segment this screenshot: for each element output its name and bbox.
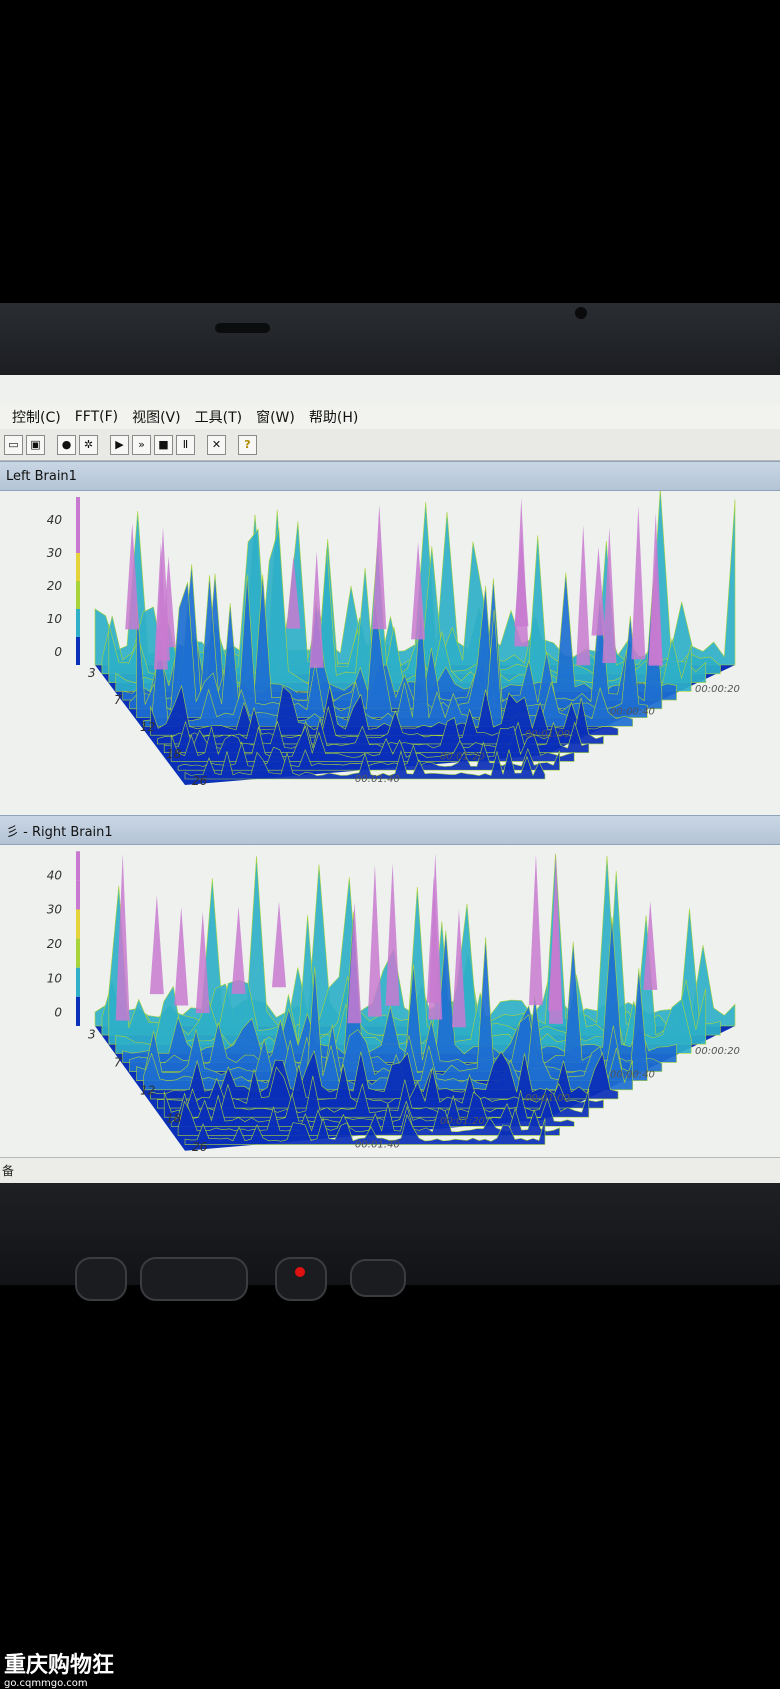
z-tick-label: 20 (47, 579, 63, 593)
play-icon[interactable]: ▶ (110, 434, 129, 455)
pane-title-left-text: Left Brain1 (6, 468, 77, 484)
keyboard-area (0, 1257, 780, 1385)
volume-keys[interactable] (140, 1257, 248, 1301)
settings-icon[interactable]: ✲ (79, 434, 98, 455)
mic-mute-key[interactable] (275, 1257, 327, 1301)
time-tick-label: 00:00:20 (695, 1046, 740, 1057)
spectrum-peak (528, 854, 543, 1006)
spectrum-peak (309, 551, 324, 668)
colorbar-segment (76, 996, 80, 1026)
freq-tick-label: 26 (192, 1140, 208, 1154)
monitor-bezel-top (0, 303, 780, 375)
close-icon[interactable]: ✕ (207, 434, 226, 455)
webcam (575, 307, 587, 319)
freq-tick-label: 3 (88, 1027, 96, 1041)
menu-fft[interactable]: FFT(F) (75, 409, 118, 425)
toolbar: ▭ ▣ ● ✲ ▶ » ■ Ⅱ ✕ ? (0, 429, 780, 461)
z-tick-label: 40 (47, 868, 63, 882)
menu-view[interactable]: 视图(V) (132, 407, 181, 427)
z-tick-label: 40 (47, 513, 63, 527)
freq-tick-label: 12 (140, 720, 155, 734)
colorbar-segment (76, 497, 80, 525)
spectrum-peak (631, 505, 646, 660)
freq-tick-label: 3 (88, 666, 96, 680)
spectrum-plot-right[interactable]: 40 30 20 10 0 3 7 12 18 26 00:01:40 00:01:20 00:01:0… (0, 845, 780, 1157)
power-button[interactable] (350, 1259, 406, 1297)
freq-tick-label: 7 (114, 1056, 122, 1070)
time-tick-label: 00:01:40 (355, 774, 400, 785)
mic-led (295, 1267, 305, 1277)
freq-tick-label: 12 (140, 1084, 155, 1098)
spectrum-peak (271, 901, 286, 988)
time-tick-label: 00:01:20 (440, 752, 485, 763)
time-tick-label: 00:00:40 (610, 1069, 655, 1080)
spectrum-peak (367, 864, 382, 1017)
watermark-url: go.cqmmgo.com (4, 1678, 88, 1689)
record-icon[interactable]: ● (57, 434, 76, 455)
bezel-slot (215, 323, 270, 333)
colorbar-segment (76, 553, 80, 581)
menu-help[interactable]: 帮助(H) (309, 407, 358, 427)
time-tick-label: 00:01:00 (525, 1093, 570, 1104)
open-icon[interactable]: ▭ (4, 434, 23, 455)
time-tick-label: 00:01:00 (525, 729, 570, 740)
spectrum-peak (385, 863, 400, 1006)
freq-tick-label: 7 (114, 693, 122, 707)
z-tick-label: 20 (47, 937, 63, 951)
spectrum-surface-left: 40 30 20 10 0 3 7 12 18 26 00:01:40 00:01:20 00:01:0… (47, 491, 740, 788)
stop-icon[interactable]: ■ (154, 434, 173, 455)
save-icon[interactable]: ▣ (26, 434, 45, 455)
colorbar-segment (76, 637, 80, 665)
pane-title-right: 彡 - Right Brain1 (0, 815, 780, 845)
spectrum-surface-right: 40 30 20 10 0 3 7 12 18 26 00:01:40 00:01:20 00:01:0… (47, 851, 740, 1154)
freq-tick-label: 18 (166, 1112, 182, 1126)
spectrum-peak (372, 504, 387, 630)
colorbar-segment (76, 609, 80, 637)
fast-forward-icon[interactable]: » (132, 434, 151, 455)
menu-tools[interactable]: 工具(T) (195, 407, 242, 427)
spectrum-peak (174, 906, 189, 1006)
time-tick-label: 00:00:40 (610, 707, 655, 718)
colorbar-segment (76, 909, 80, 939)
watermark-name: 重庆购物狂 (4, 1653, 115, 1678)
freq-tick-label: 18 (166, 747, 182, 761)
spectrum-peak (231, 906, 246, 994)
time-tick-label: 00:00:20 (695, 684, 740, 695)
menu-control[interactable]: 控制(C) (12, 407, 61, 427)
z-tick-label: 0 (54, 1006, 62, 1020)
z-tick-label: 0 (54, 645, 62, 659)
colorbar-segment (76, 938, 80, 968)
z-tick-label: 30 (47, 903, 63, 917)
time-tick-label: 00:01:40 (355, 1140, 400, 1151)
z-tick-label: 30 (47, 546, 63, 560)
menu-window[interactable]: 窗(W) (256, 407, 295, 427)
z-tick-label: 10 (47, 612, 63, 626)
help-icon[interactable]: ? (238, 434, 257, 455)
status-bar: 备 (0, 1157, 780, 1183)
app-window: 控制(C) FFT(F) 视图(V) 工具(T) 窗(W) 帮助(H) ▭ ▣ … (0, 375, 780, 1183)
colorbar-segment (76, 851, 80, 881)
time-tick-label: 00:01:20 (440, 1116, 485, 1127)
colorbar-segment (76, 880, 80, 910)
z-tick-label: 10 (47, 971, 63, 985)
colorbar-segment (76, 525, 80, 553)
colorbar-segment (76, 967, 80, 997)
freq-tick-label: 26 (192, 774, 208, 788)
spectrum-peak (514, 497, 529, 647)
pane-title-right-text: 彡 - Right Brain1 (6, 824, 113, 840)
pane-title-left: Left Brain1 (0, 461, 780, 491)
menu-bar: 控制(C) FFT(F) 视图(V) 工具(T) 窗(W) 帮助(H) (0, 405, 780, 429)
spectrum-plot-left[interactable]: 40 30 20 10 0 3 7 12 18 26 00:01:40 00:01:20 00:01:0… (0, 491, 780, 791)
colorbar-segment (76, 581, 80, 609)
spectrum-peak (149, 895, 164, 995)
mute-key[interactable] (75, 1257, 127, 1301)
spectrum-peak (576, 525, 591, 666)
status-text: 备 (2, 1164, 15, 1178)
pause-icon[interactable]: Ⅱ (176, 434, 195, 455)
